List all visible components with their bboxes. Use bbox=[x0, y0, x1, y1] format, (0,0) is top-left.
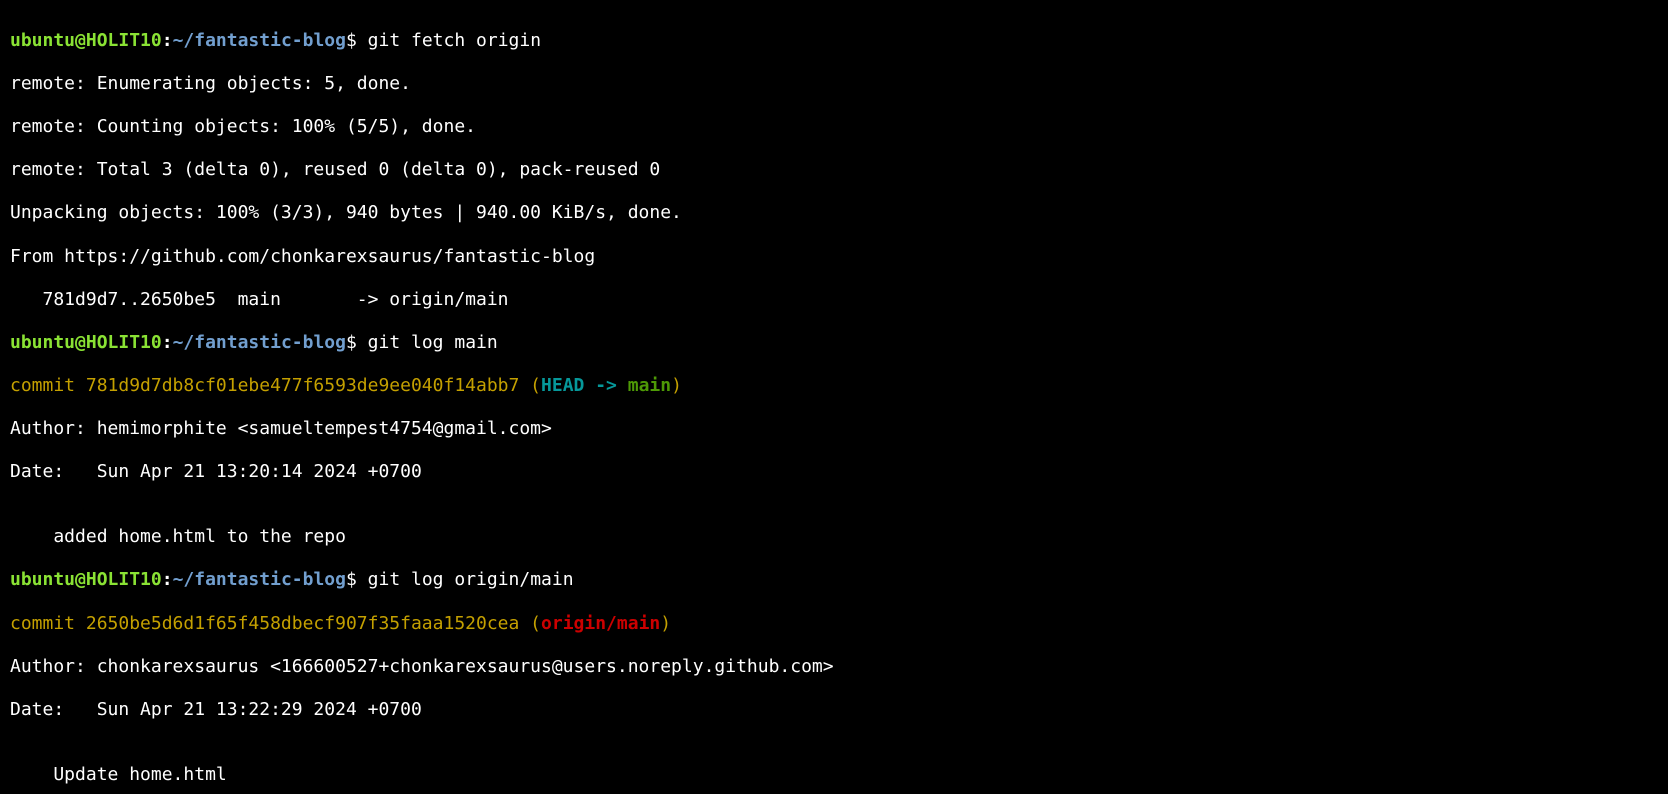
at-sign: @ bbox=[75, 569, 86, 590]
author-line: Author: chonkarexsaurus <166600527+chonk… bbox=[10, 656, 1658, 678]
prompt-path: ~/fantastic-blog bbox=[173, 569, 346, 590]
prompt-user: ubuntu bbox=[10, 569, 75, 590]
prompt-host: HOLIT10 bbox=[86, 332, 162, 353]
paren: ) bbox=[671, 375, 682, 396]
remote-ref: origin/main bbox=[541, 613, 660, 634]
date-line: Date: Sun Apr 21 13:20:14 2024 +0700 bbox=[10, 461, 1658, 483]
at-sign: @ bbox=[75, 30, 86, 51]
prompt-user: ubuntu bbox=[10, 332, 75, 353]
output-line: remote: Counting objects: 100% (5/5), do… bbox=[10, 116, 1658, 138]
prompt-line: ubuntu@HOLIT10:~/fantastic-blog$ git fet… bbox=[10, 30, 1658, 52]
prompt-host: HOLIT10 bbox=[86, 569, 162, 590]
output-line: From https://github.com/chonkarexsaurus/… bbox=[10, 246, 1658, 268]
paren: ) bbox=[660, 613, 671, 634]
commit-hash: commit 2650be5d6d1f65f458dbecf907f35faaa… bbox=[10, 613, 519, 634]
date-line: Date: Sun Apr 21 13:22:29 2024 +0700 bbox=[10, 699, 1658, 721]
author-line: Author: hemimorphite <samueltempest4754@… bbox=[10, 418, 1658, 440]
prompt-host: HOLIT10 bbox=[86, 30, 162, 51]
output-line: 781d9d7..2650be5 main -> origin/main bbox=[10, 289, 1658, 311]
prompt-dollar: $ bbox=[346, 569, 368, 590]
prompt-colon: : bbox=[162, 569, 173, 590]
commit-hash: commit 781d9d7db8cf01ebe477f6593de9ee040… bbox=[10, 375, 519, 396]
prompt-colon: : bbox=[162, 332, 173, 353]
commit-message: added home.html to the repo bbox=[10, 526, 1658, 548]
prompt-line: ubuntu@HOLIT10:~/fantastic-blog$ git log… bbox=[10, 569, 1658, 591]
prompt-path: ~/fantastic-blog bbox=[173, 332, 346, 353]
commit-line: commit 2650be5d6d1f65f458dbecf907f35faaa… bbox=[10, 613, 1658, 635]
commit-message: Update home.html bbox=[10, 764, 1658, 786]
paren: ( bbox=[519, 613, 541, 634]
output-line: remote: Total 3 (delta 0), reused 0 (del… bbox=[10, 159, 1658, 181]
command-text: git log main bbox=[368, 332, 498, 353]
at-sign: @ bbox=[75, 332, 86, 353]
prompt-dollar: $ bbox=[346, 332, 368, 353]
prompt-colon: : bbox=[162, 30, 173, 51]
command-text: git fetch origin bbox=[368, 30, 541, 51]
output-line: Unpacking objects: 100% (3/3), 940 bytes… bbox=[10, 202, 1658, 224]
prompt-path: ~/fantastic-blog bbox=[173, 30, 346, 51]
prompt-line: ubuntu@HOLIT10:~/fantastic-blog$ git log… bbox=[10, 332, 1658, 354]
commit-line: commit 781d9d7db8cf01ebe477f6593de9ee040… bbox=[10, 375, 1658, 397]
terminal-output[interactable]: ubuntu@HOLIT10:~/fantastic-blog$ git fet… bbox=[0, 0, 1668, 794]
head-ref: HEAD -> bbox=[541, 375, 628, 396]
command-text: git log origin/main bbox=[368, 569, 574, 590]
prompt-dollar: $ bbox=[346, 30, 368, 51]
paren: ( bbox=[519, 375, 541, 396]
prompt-user: ubuntu bbox=[10, 30, 75, 51]
output-line: remote: Enumerating objects: 5, done. bbox=[10, 73, 1658, 95]
branch-ref: main bbox=[628, 375, 671, 396]
